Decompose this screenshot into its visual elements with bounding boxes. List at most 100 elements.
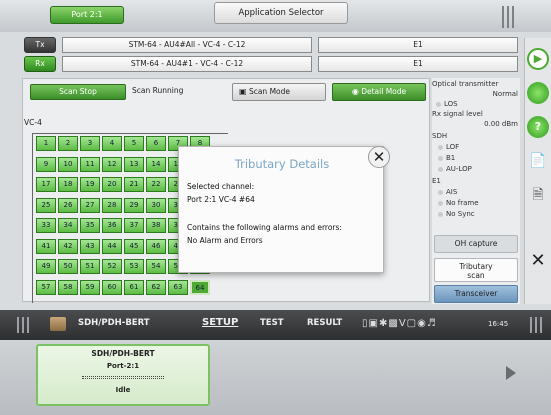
- tributary-cell[interactable]: 58: [58, 279, 78, 295]
- tributary-cell[interactable]: 14: [146, 156, 166, 172]
- tx-button[interactable]: Tx: [24, 37, 56, 53]
- tributary-cell[interactable]: 41: [36, 238, 56, 254]
- tributary-cell[interactable]: 13: [124, 156, 144, 172]
- tributary-cell[interactable]: 18: [58, 177, 78, 192]
- oh-capture-button[interactable]: OH capture: [434, 235, 518, 253]
- tributary-scan-button[interactable]: Tributary scan: [434, 258, 518, 282]
- sdh-lof: LOF: [438, 143, 526, 151]
- ais-label: AIS: [446, 188, 458, 196]
- tributary-cell[interactable]: 9: [36, 156, 56, 172]
- no-sync-led-icon: [438, 211, 443, 217]
- scroll-right-icon[interactable]: [506, 366, 516, 380]
- tributary-cell[interactable]: 46: [146, 238, 166, 254]
- tributary-cell[interactable]: 59: [80, 279, 100, 295]
- tributary-cell[interactable]: 50: [58, 259, 78, 274]
- lof-label: LOF: [446, 143, 460, 151]
- tributary-scan-label-1: Tributary: [459, 262, 493, 271]
- tab-setup[interactable]: SETUP: [202, 317, 238, 328]
- scan-mode-button[interactable]: ▣ Scan Mode: [232, 83, 326, 101]
- selected-channel-label: Selected channel:: [187, 182, 255, 191]
- tributary-cell[interactable]: 45: [124, 238, 144, 254]
- au-lop-label: AU-LOP: [446, 165, 472, 173]
- dialog-close-icon[interactable]: ✕: [368, 146, 390, 168]
- port-tab[interactable]: Port 2:1: [50, 6, 124, 24]
- bottom-nav-bar: SDH/PDH-BERT SETUP TEST RESULT ▯▣✱▩V▢◉♬ …: [0, 310, 551, 340]
- lock-icon: ▩: [388, 318, 399, 329]
- detail-mode-label: Detail Mode: [361, 87, 407, 96]
- tributary-cell[interactable]: 52: [102, 259, 122, 274]
- application-selector-button[interactable]: Application Selector: [214, 2, 348, 24]
- tributary-cell[interactable]: 57: [36, 279, 56, 295]
- tributary-cell[interactable]: 34: [58, 218, 78, 233]
- status-panel: Optical transmitter Normal LOS Rx signal…: [432, 78, 520, 304]
- tributary-cell[interactable]: 22: [146, 177, 166, 192]
- tributary-cell[interactable]: 60: [102, 279, 122, 295]
- scan-stop-button[interactable]: Scan Stop: [30, 84, 126, 100]
- tributary-cell[interactable]: 27: [80, 197, 100, 213]
- error-inject-icon[interactable]: 🗎: [527, 184, 549, 206]
- tributary-cell[interactable]: 35: [80, 218, 100, 233]
- tributary-cell[interactable]: 42: [58, 238, 78, 254]
- tributary-cell[interactable]: 26: [58, 197, 78, 213]
- tab-test[interactable]: TEST: [260, 318, 284, 328]
- wifi-icon: ✱: [378, 318, 389, 329]
- tx-path-field[interactable]: STM-64 - AU4#All - VC-4 - C-12: [62, 37, 312, 53]
- tributary-cell[interactable]: 64: [190, 279, 210, 295]
- transceiver-button[interactable]: Transceiver: [434, 285, 518, 303]
- report-icon[interactable]: 📄: [527, 150, 549, 172]
- tributary-cell[interactable]: 12: [102, 156, 122, 172]
- rx-button[interactable]: Rx: [24, 56, 56, 72]
- close-icon[interactable]: ✕: [527, 250, 549, 272]
- tributary-cell[interactable]: 10: [58, 156, 78, 172]
- tributary-cell[interactable]: 30: [146, 197, 166, 213]
- tributary-cell[interactable]: 54: [146, 259, 166, 274]
- tributary-cell[interactable]: 28: [102, 197, 122, 213]
- left-grip-icon[interactable]: [14, 317, 34, 333]
- grip-handle-icon[interactable]: [498, 6, 518, 28]
- tributary-cell[interactable]: 3: [80, 136, 100, 151]
- tributary-cell[interactable]: 51: [80, 259, 100, 274]
- tributary-cell[interactable]: 61: [124, 279, 144, 295]
- tab-result[interactable]: RESULT: [307, 318, 342, 328]
- tributary-cell[interactable]: 33: [36, 218, 56, 233]
- tributary-cell[interactable]: 4: [102, 136, 122, 151]
- tributary-cell[interactable]: 5: [124, 136, 144, 151]
- tributary-cell[interactable]: 2: [58, 136, 78, 151]
- rx-path-field[interactable]: STM-64 - AU4#1 - VC-4 - C-12: [62, 56, 312, 72]
- tributary-cell[interactable]: 20: [102, 177, 122, 192]
- tributary-cell[interactable]: 36: [102, 218, 122, 233]
- v-icon: V: [398, 318, 407, 329]
- tributary-cell[interactable]: 19: [80, 177, 100, 192]
- tributary-cell[interactable]: 11: [80, 156, 100, 172]
- tributary-cell[interactable]: 1: [36, 136, 56, 151]
- tx-e1-field[interactable]: E1: [318, 37, 518, 53]
- screen-icon: ▢: [406, 318, 418, 329]
- side-toolbar: ▶ ? 📄 🗎 ✕: [524, 38, 551, 304]
- app-card-sdh-pdh-bert[interactable]: SDH/PDH-BERT Port-2:1 Idle: [36, 344, 210, 406]
- los-indicator: LOS: [436, 100, 524, 108]
- scan-status-text: Scan Running: [132, 86, 184, 95]
- detail-mode-button[interactable]: ◉ Detail Mode: [332, 83, 426, 101]
- tributary-cell[interactable]: 21: [124, 177, 144, 192]
- tributary-cell[interactable]: 37: [124, 218, 144, 233]
- lof-led-icon: [438, 144, 443, 150]
- tributary-cell[interactable]: 17: [36, 177, 56, 192]
- tributary-cell[interactable]: 44: [102, 238, 122, 254]
- rx-row: Rx STM-64 - AU4#1 - VC-4 - C-12 E1: [24, 56, 518, 72]
- alarms-value: No Alarm and Errors: [187, 236, 263, 245]
- right-grip-icon[interactable]: [527, 317, 547, 333]
- rx-e1-field[interactable]: E1: [318, 56, 518, 72]
- no-frame-led-icon: [438, 200, 443, 206]
- play-icon[interactable]: ▶: [527, 48, 549, 70]
- tributary-cell[interactable]: 25: [36, 197, 56, 213]
- tributary-cell[interactable]: 6: [146, 136, 166, 151]
- tributary-cell[interactable]: 62: [146, 279, 166, 295]
- tributary-cell[interactable]: 38: [146, 218, 166, 233]
- tributary-cell[interactable]: 43: [80, 238, 100, 254]
- help-icon[interactable]: ?: [527, 116, 549, 138]
- tributary-cell[interactable]: 63: [168, 279, 188, 295]
- tributary-cell[interactable]: 49: [36, 259, 56, 274]
- b1-led-icon: [438, 155, 443, 161]
- tributary-cell[interactable]: 53: [124, 259, 144, 274]
- tributary-cell[interactable]: 29: [124, 197, 144, 213]
